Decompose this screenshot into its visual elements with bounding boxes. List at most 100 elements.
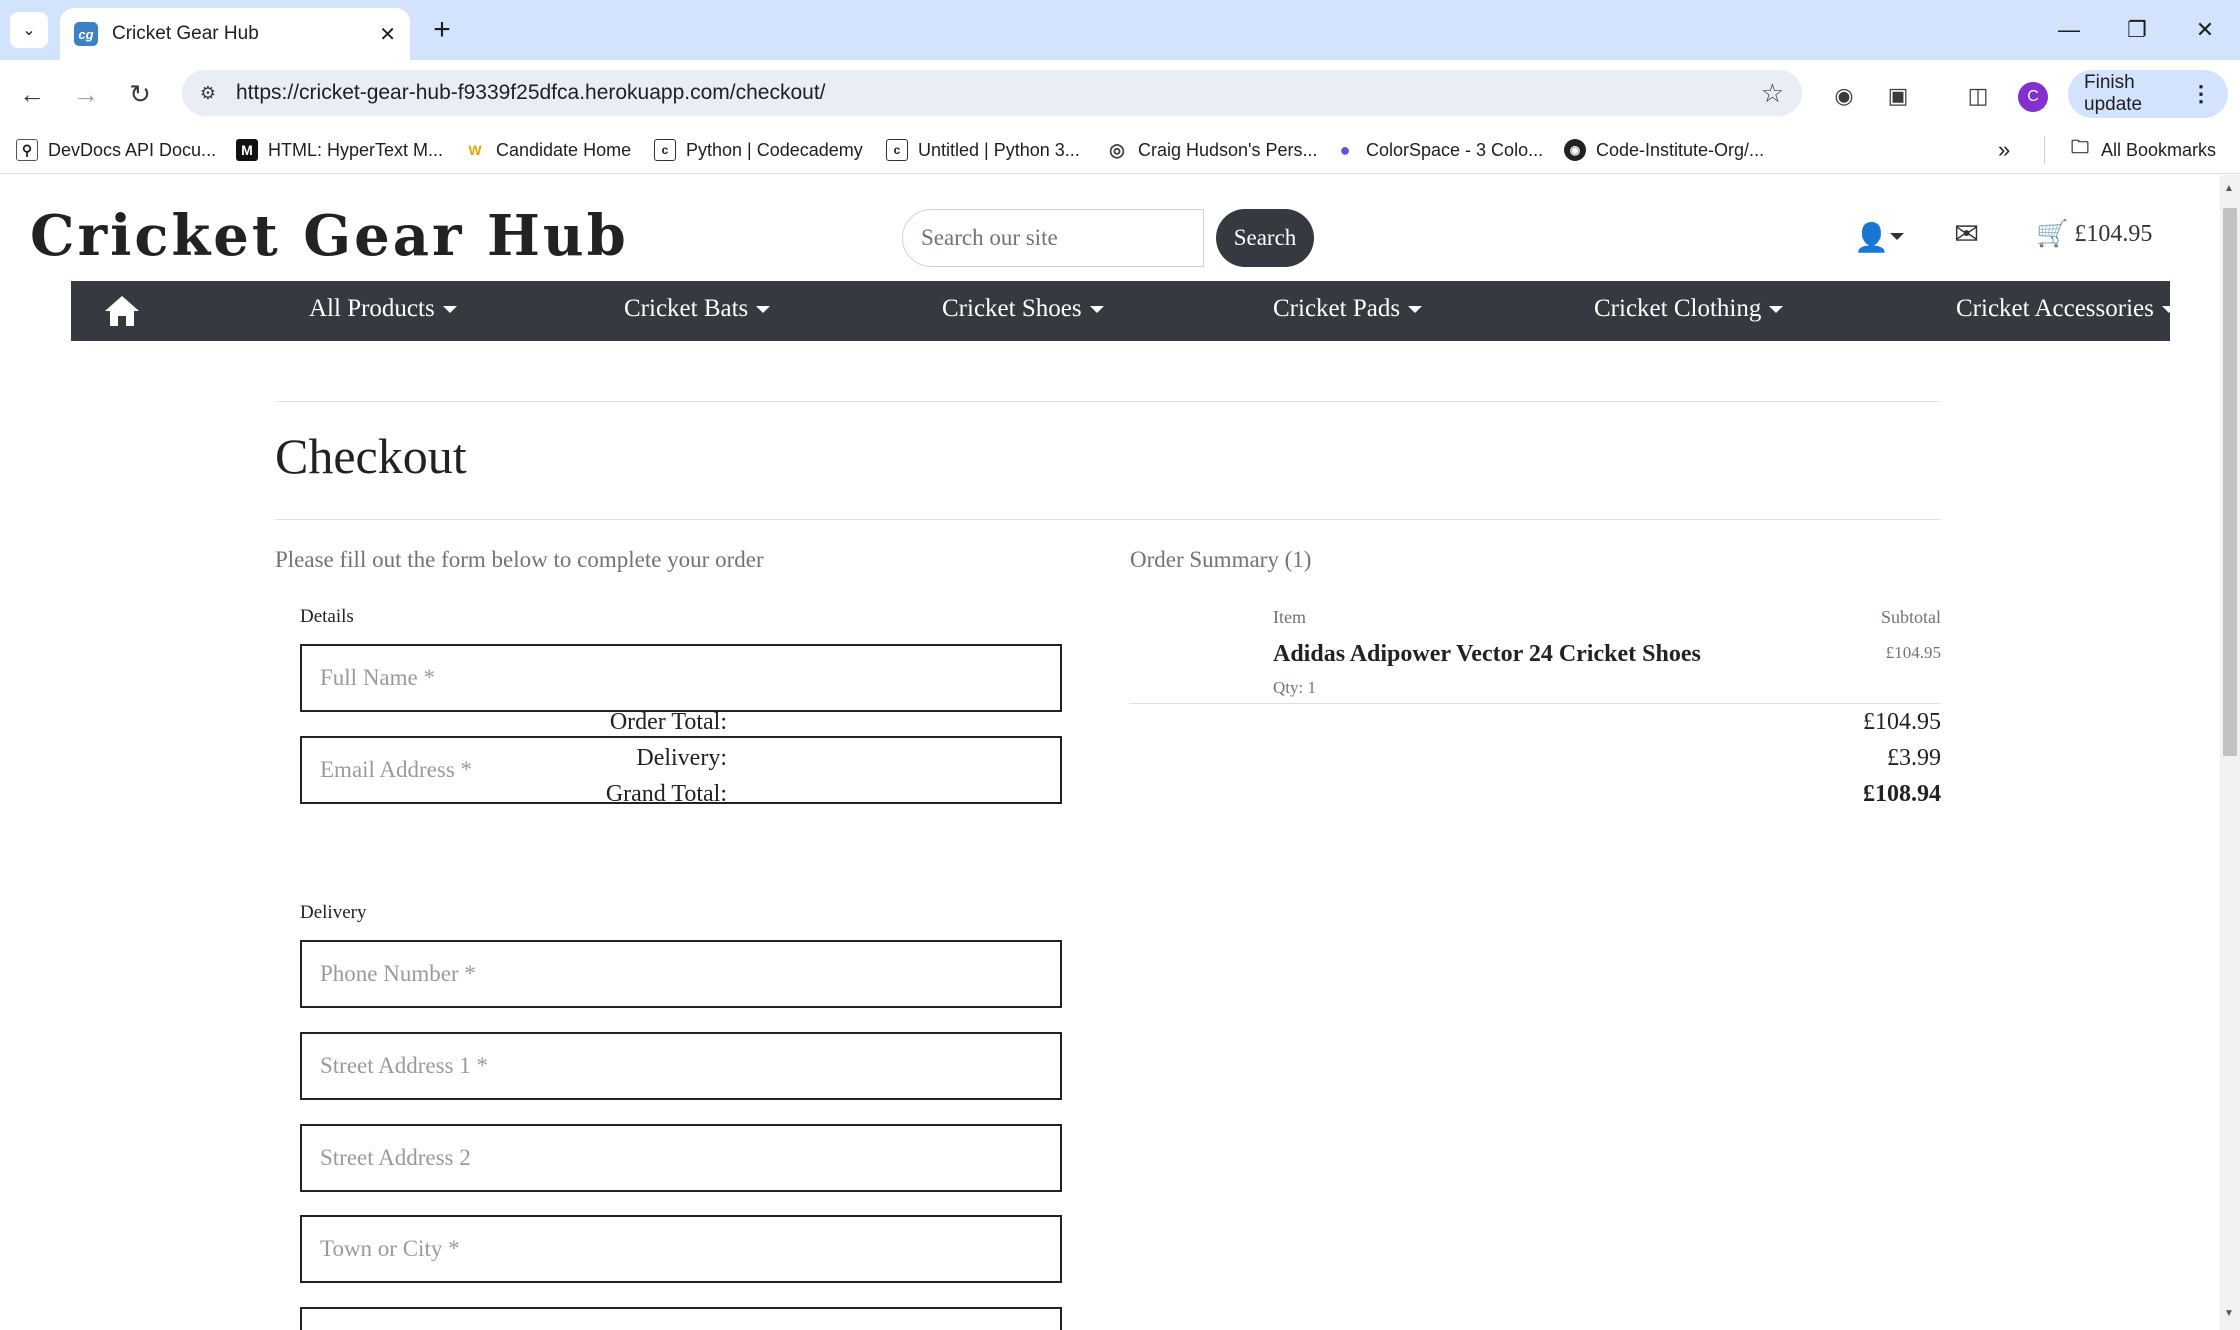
devdocs-icon: ⚲	[16, 139, 38, 161]
browser-tab[interactable]: cg Cricket Gear Hub ✕	[60, 8, 410, 60]
github-icon: ◉	[1564, 139, 1586, 161]
bookmark-item[interactable]: ● ColorSpace - 3 Colo...	[1334, 136, 1544, 164]
site-search-input[interactable]	[902, 209, 1204, 267]
nav-label: Cricket Pads	[1273, 295, 1401, 322]
bookmark-item[interactable]: c Untitled | Python 3...	[886, 136, 1080, 164]
side-panel-icon[interactable]: ◫	[1960, 78, 1996, 114]
grand-total-value: £108.94	[1863, 781, 1941, 807]
more-bookmarks-chevron-icon[interactable]: »	[1998, 136, 2010, 164]
street-address-1-field[interactable]	[300, 1032, 1062, 1100]
bookmark-item[interactable]: ◎ Craig Hudson's Pers...	[1106, 136, 1317, 164]
restore-window-icon[interactable]: ❐	[2114, 12, 2160, 48]
extensions-puzzle-icon[interactable]: ▣	[1880, 78, 1916, 114]
nav-label: Cricket Accessories	[1956, 295, 2154, 322]
extension-bug-icon[interactable]: ◉	[1826, 78, 1862, 114]
full-name-field[interactable]	[300, 644, 1062, 712]
main-navigation: All Products Cricket Bats Cricket Shoes …	[71, 281, 2176, 341]
page-viewport: Cricket Gear Hub Search 👤 ✉ 🛒 £104.95 Al…	[0, 175, 2220, 1330]
order-total-label: Order Total:	[609, 709, 727, 735]
dropdown-caret-icon	[2161, 305, 2176, 313]
site-search-button[interactable]: Search	[1216, 209, 1314, 267]
bookmark-label: HTML: HyperText M...	[268, 139, 444, 160]
nav-cricket-shoes[interactable]: Cricket Shoes	[942, 295, 1104, 323]
finish-update-label: Finish update	[2084, 72, 2143, 115]
envelope-contact-icon[interactable]: ✉	[1954, 217, 1979, 252]
site-settings-icon[interactable]: ⚙	[188, 73, 228, 113]
bookmark-label: Candidate Home	[496, 139, 632, 160]
profile-avatar[interactable]: C	[2018, 82, 2048, 112]
order-total-value: £104.95	[1863, 709, 1941, 735]
bookmark-star-icon[interactable]: ☆	[1761, 78, 1784, 109]
nav-cricket-accessories[interactable]: Cricket Accessories	[1956, 295, 2176, 323]
bookmark-label: DevDocs API Docu...	[48, 139, 217, 160]
home-icon[interactable]	[103, 293, 141, 329]
nav-label: All Products	[309, 295, 435, 322]
close-tab-icon[interactable]: ✕	[379, 22, 396, 47]
bookmark-item[interactable]: ⚲ DevDocs API Docu...	[16, 136, 216, 164]
shopping-cart-link[interactable]: 🛒 £104.95	[2036, 219, 2152, 249]
grand-total-label: Grand Total:	[605, 781, 727, 807]
summary-divider	[1130, 703, 1941, 704]
town-city-field[interactable]	[300, 1215, 1062, 1283]
address-bar[interactable]: ⚙ https://cricket-gear-hub-f9339f25dfca.…	[182, 70, 1802, 116]
forward-arrow-icon[interactable]: →	[68, 76, 104, 112]
tab-search-chevron-icon[interactable]: ⌄	[10, 12, 48, 48]
site-logo[interactable]: Cricket Gear Hub	[30, 203, 629, 269]
bookmark-item[interactable]: ◉ Code-Institute-Org/...	[1564, 136, 1764, 164]
bookmark-item[interactable]: M HTML: HyperText M...	[236, 136, 443, 164]
product-name: Adidas Adipower Vector 24 Cricket Shoes	[1273, 641, 1701, 667]
bookmark-label: Untitled | Python 3...	[918, 139, 1080, 160]
w-icon: W	[468, 142, 482, 158]
delivery-legend: Delivery	[300, 902, 367, 923]
browser-tabstrip: ⌄ cg Cricket Gear Hub ✕ + — ❐ ✕	[0, 0, 2240, 60]
dropdown-caret-icon	[442, 305, 457, 313]
bookmark-label: Python | Codecademy	[686, 139, 863, 160]
codecademy-icon: c	[654, 139, 676, 161]
minimize-icon[interactable]: —	[2046, 12, 2092, 48]
page-title: Checkout	[275, 428, 467, 484]
nav-label: Cricket Bats	[624, 295, 749, 322]
shopping-cart-icon: 🛒	[2036, 219, 2069, 248]
site-favicon-icon: cg	[74, 22, 98, 46]
user-account-icon[interactable]: 👤	[1854, 221, 1889, 255]
back-arrow-icon[interactable]: ←	[14, 76, 50, 112]
bookmark-item[interactable]: W Candidate Home	[464, 136, 631, 164]
url-text[interactable]: https://cricket-gear-hub-f9339f25dfca.he…	[236, 81, 1761, 105]
nav-cricket-bats[interactable]: Cricket Bats	[624, 295, 771, 323]
column-header-item: Item	[1273, 607, 1306, 627]
nav-all-products[interactable]: All Products	[309, 295, 457, 323]
reload-icon[interactable]: ↻	[122, 76, 158, 112]
dropdown-caret-icon	[756, 305, 771, 313]
dropdown-caret-icon	[1408, 305, 1423, 313]
bookmark-label: ColorSpace - 3 Colo...	[1366, 139, 1544, 160]
street-address-2-field[interactable]	[300, 1124, 1062, 1192]
finish-update-button[interactable]: Finish update ⋮	[2068, 70, 2228, 118]
product-subtotal: £104.95	[1885, 643, 1941, 662]
scroll-up-arrow-icon[interactable]: ▲	[2224, 183, 2234, 194]
form-intro-text: Please fill out the form below to comple…	[275, 547, 764, 572]
globe-icon: ◎	[1109, 139, 1125, 160]
divider	[275, 519, 1941, 520]
bookmark-item[interactable]: c Python | Codecademy	[654, 136, 863, 164]
all-bookmarks-label: All Bookmarks	[2101, 139, 2217, 160]
delivery-label: Delivery:	[636, 745, 727, 771]
new-tab-plus-icon[interactable]: +	[424, 12, 460, 48]
mdn-icon: M	[236, 139, 258, 161]
account-dropdown-caret-icon[interactable]	[1890, 233, 1904, 240]
codecademy-icon: c	[886, 139, 908, 161]
nav-cricket-pads[interactable]: Cricket Pads	[1273, 295, 1423, 323]
close-window-icon[interactable]: ✕	[2182, 12, 2228, 48]
delivery-value: £3.99	[1887, 745, 1941, 771]
next-address-field[interactable]	[300, 1307, 1062, 1330]
colorspace-icon: ●	[1339, 139, 1351, 160]
phone-field[interactable]	[300, 940, 1062, 1008]
details-legend: Details	[300, 606, 354, 627]
more-menu-icon: ⋮	[2190, 81, 2212, 106]
folder-icon: 🗀	[2071, 137, 2089, 157]
bookmarks-bar: ⚲ DevDocs API Docu... M HTML: HyperText …	[0, 126, 2240, 174]
all-bookmarks-folder[interactable]: 🗀 All Bookmarks	[2044, 136, 2216, 164]
divider	[275, 401, 1941, 402]
scrollbar-thumb[interactable]	[2223, 208, 2237, 756]
nav-cricket-clothing[interactable]: Cricket Clothing	[1594, 295, 1784, 323]
scroll-down-arrow-icon[interactable]: ▼	[2224, 1308, 2234, 1319]
